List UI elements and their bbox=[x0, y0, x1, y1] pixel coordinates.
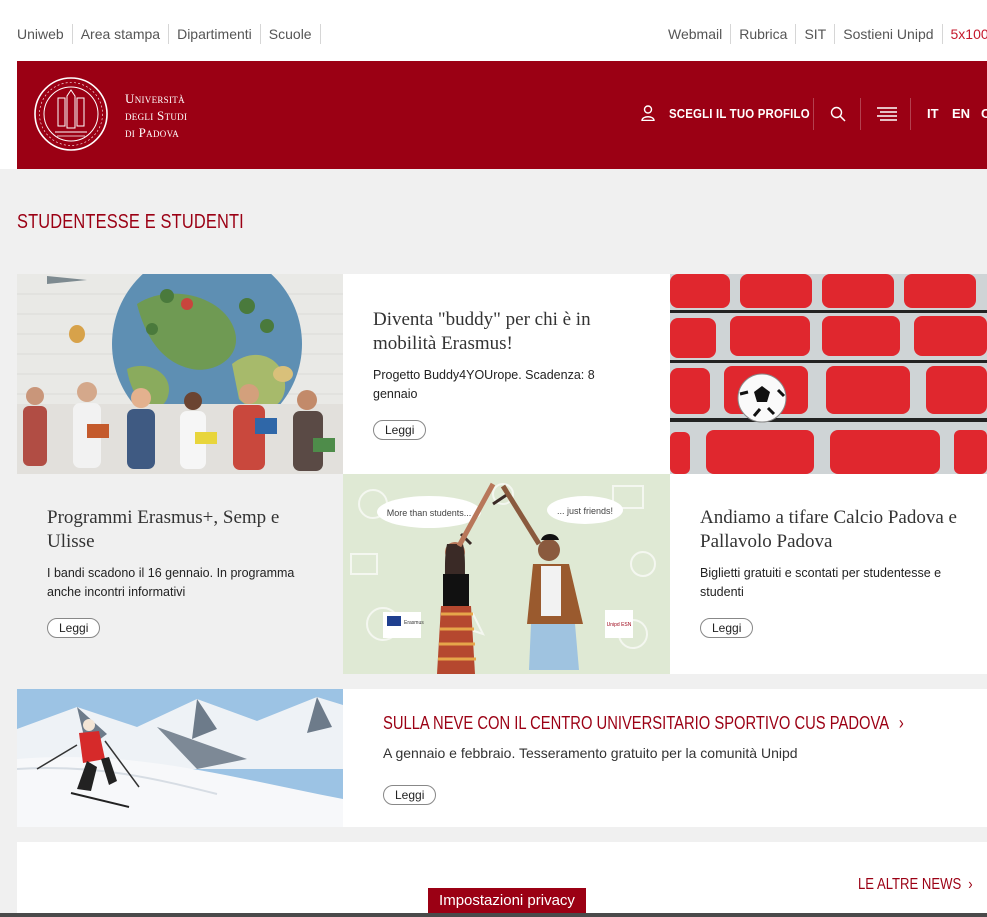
read-button[interactable]: Leggi bbox=[47, 618, 101, 638]
search-icon[interactable] bbox=[830, 106, 846, 122]
utility-links-right: Webmail Rubrica SIT Sostieni Unipd 5x100… bbox=[668, 24, 987, 44]
section-title: STUDENTESSE E STUDENTI bbox=[17, 211, 244, 233]
bottom-border bbox=[0, 913, 987, 917]
more-news-label: LE ALTRE NEWS bbox=[858, 876, 962, 893]
header-divider bbox=[813, 98, 814, 130]
chevron-right-icon: › bbox=[898, 713, 904, 733]
news-description: Progetto Buddy4YOUrope. Scadenza: 8 genn… bbox=[373, 368, 595, 401]
bubble-left-text: More than students... bbox=[387, 508, 472, 518]
news-description: Biglietti gratuiti e scontati per studen… bbox=[700, 566, 942, 599]
link-area-stampa[interactable]: Area stampa bbox=[73, 24, 170, 44]
news-card-erasmus-programs: Programmi Erasmus+, Semp e Ulisse I band… bbox=[17, 474, 343, 674]
link-sostieni-unipd[interactable]: Sostieni Unipd bbox=[835, 24, 943, 44]
link-webmail[interactable]: Webmail bbox=[668, 24, 732, 44]
utility-bar: Uniweb Area stampa Dipartimenti Scuole W… bbox=[0, 0, 987, 61]
news-description: I bandi scadono il 16 gennaio. In progra… bbox=[47, 566, 295, 599]
feature-title-link[interactable]: SULLA NEVE CON IL CENTRO UNIVERSITARIO S… bbox=[383, 713, 904, 734]
lang-other[interactable]: C bbox=[981, 106, 987, 121]
link-5x1000[interactable]: 5x1000 bbox=[943, 24, 987, 44]
main-content: STUDENTESSE E STUDENTI Diventa "buddy" p… bbox=[0, 169, 987, 917]
lang-it[interactable]: IT bbox=[927, 106, 939, 121]
skiing-image[interactable] bbox=[17, 689, 343, 827]
buddy-illustration-image[interactable]: More than students... ... just friends! … bbox=[343, 474, 670, 674]
feature-title: SULLA NEVE CON IL CENTRO UNIVERSITARIO S… bbox=[383, 713, 889, 733]
news-title[interactable]: Diventa "buddy" per chi è in mobilità Er… bbox=[373, 308, 640, 356]
bubble-right-text: ... just friends! bbox=[557, 506, 613, 516]
link-rubrica[interactable]: Rubrica bbox=[731, 24, 797, 44]
read-button[interactable]: Leggi bbox=[700, 618, 754, 638]
news-card-buddy: Diventa "buddy" per chi è in mobilità Er… bbox=[343, 274, 670, 474]
logo-line-2: degli Studi bbox=[125, 108, 188, 123]
stadium-seats-image[interactable] bbox=[670, 274, 987, 474]
lang-en[interactable]: EN bbox=[952, 106, 970, 121]
news-card-calcio-padova: Andiamo a tifare Calcio Padova e Pallavo… bbox=[670, 474, 987, 674]
flag-left-text: Erasmus bbox=[404, 620, 424, 626]
logo-line-3: di Padova bbox=[125, 125, 180, 140]
university-seal-logo[interactable] bbox=[33, 76, 109, 152]
university-name[interactable]: Università degli Studi di Padova bbox=[125, 90, 187, 141]
user-icon bbox=[641, 105, 655, 121]
choose-profile-label: SCEGLI IL TUO PROFILO bbox=[669, 105, 810, 121]
header-divider bbox=[860, 98, 861, 130]
choose-profile-button[interactable]: SCEGLI IL TUO PROFILO bbox=[641, 105, 829, 121]
link-scuole[interactable]: Scuole bbox=[261, 24, 321, 44]
more-news-link[interactable]: LE ALTRE NEWS › bbox=[858, 876, 973, 894]
logo-line-1: Università bbox=[125, 91, 185, 106]
feature-card-ski: SULLA NEVE CON IL CENTRO UNIVERSITARIO S… bbox=[343, 689, 987, 827]
privacy-settings-button[interactable]: Impostazioni privacy bbox=[428, 888, 586, 915]
site-header: Università degli Studi di Padova SCEGLI … bbox=[17, 61, 987, 169]
link-sit[interactable]: SIT bbox=[796, 24, 836, 44]
utility-links-left: Uniweb Area stampa Dipartimenti Scuole bbox=[17, 24, 321, 44]
link-uniweb[interactable]: Uniweb bbox=[17, 24, 73, 44]
link-dipartimenti[interactable]: Dipartimenti bbox=[169, 24, 261, 44]
header-divider bbox=[910, 98, 911, 130]
news-title[interactable]: Programmi Erasmus+, Semp e Ulisse bbox=[47, 506, 313, 554]
news-title[interactable]: Andiamo a tifare Calcio Padova e Pallavo… bbox=[700, 506, 957, 554]
erasmus-students-image[interactable] bbox=[17, 274, 343, 474]
flag-right-text: Unipd ESN bbox=[607, 622, 632, 628]
chevron-right-icon: › bbox=[968, 876, 973, 893]
read-button[interactable]: Leggi bbox=[373, 420, 427, 440]
menu-icon[interactable] bbox=[877, 106, 897, 122]
feature-description: A gennaio e febbraio. Tesseramento gratu… bbox=[383, 745, 798, 761]
read-button[interactable]: Leggi bbox=[383, 785, 437, 805]
